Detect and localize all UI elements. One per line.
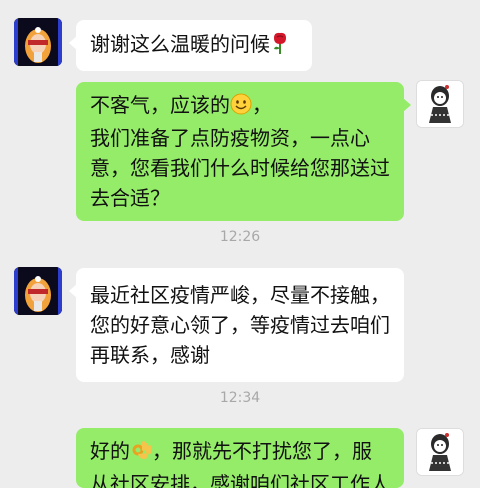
timestamp: 12:26 bbox=[219, 229, 261, 245]
contact-avatar-image bbox=[14, 18, 62, 66]
my-avatar[interactable] bbox=[416, 80, 464, 128]
smile-icon bbox=[230, 93, 252, 123]
message-text-line: 最近社区疫情严峻，尽量不接触， bbox=[90, 283, 390, 307]
message-text-line: 好的 ，那就先不打扰您了，服 bbox=[90, 436, 390, 469]
message-bubble-received[interactable]: 谢谢这么温暖的问候 bbox=[69, 20, 312, 71]
message-text-line: 我们准备了点防疫物资，一点心 bbox=[90, 126, 370, 150]
message-text-line: 再联系，感谢 bbox=[90, 343, 210, 367]
contact-avatar[interactable] bbox=[14, 18, 62, 66]
message-text-line: 从社区安排，感谢咱们社区工作人 bbox=[90, 472, 390, 488]
my-avatar[interactable] bbox=[416, 428, 464, 476]
timestamp: 12:34 bbox=[219, 390, 261, 406]
message-text-line: 去合适？ bbox=[90, 186, 170, 210]
contact-avatar-image bbox=[14, 267, 62, 315]
message-text: 谢谢这么温暖的问候 bbox=[90, 29, 298, 62]
message-bubble-sent[interactable]: 好的 ，那就先不打扰您了，服 从社区安排，感谢咱们社区工作人 bbox=[76, 428, 404, 488]
rose-icon bbox=[270, 32, 290, 62]
message-text-line: 不客气，应该的， bbox=[90, 90, 390, 123]
message-bubble-sent[interactable]: 不客气，应该的， 我们准备了点防疫物资，一点心 意，您看我们什么时候给您那送过 … bbox=[76, 82, 411, 221]
message-text-line: 您的好意心领了，等疫情过去咱们 bbox=[90, 313, 390, 337]
my-avatar-image bbox=[417, 429, 463, 475]
message-bubble-received[interactable]: 最近社区疫情严峻，尽量不接触， 您的好意心领了，等疫情过去咱们 再联系，感谢 bbox=[69, 268, 404, 382]
contact-avatar[interactable] bbox=[14, 267, 62, 315]
message-text-line: 意，您看我们什么时候给您那送过 bbox=[90, 156, 390, 180]
ok-hand-icon bbox=[130, 439, 152, 469]
my-avatar-image bbox=[417, 81, 463, 127]
